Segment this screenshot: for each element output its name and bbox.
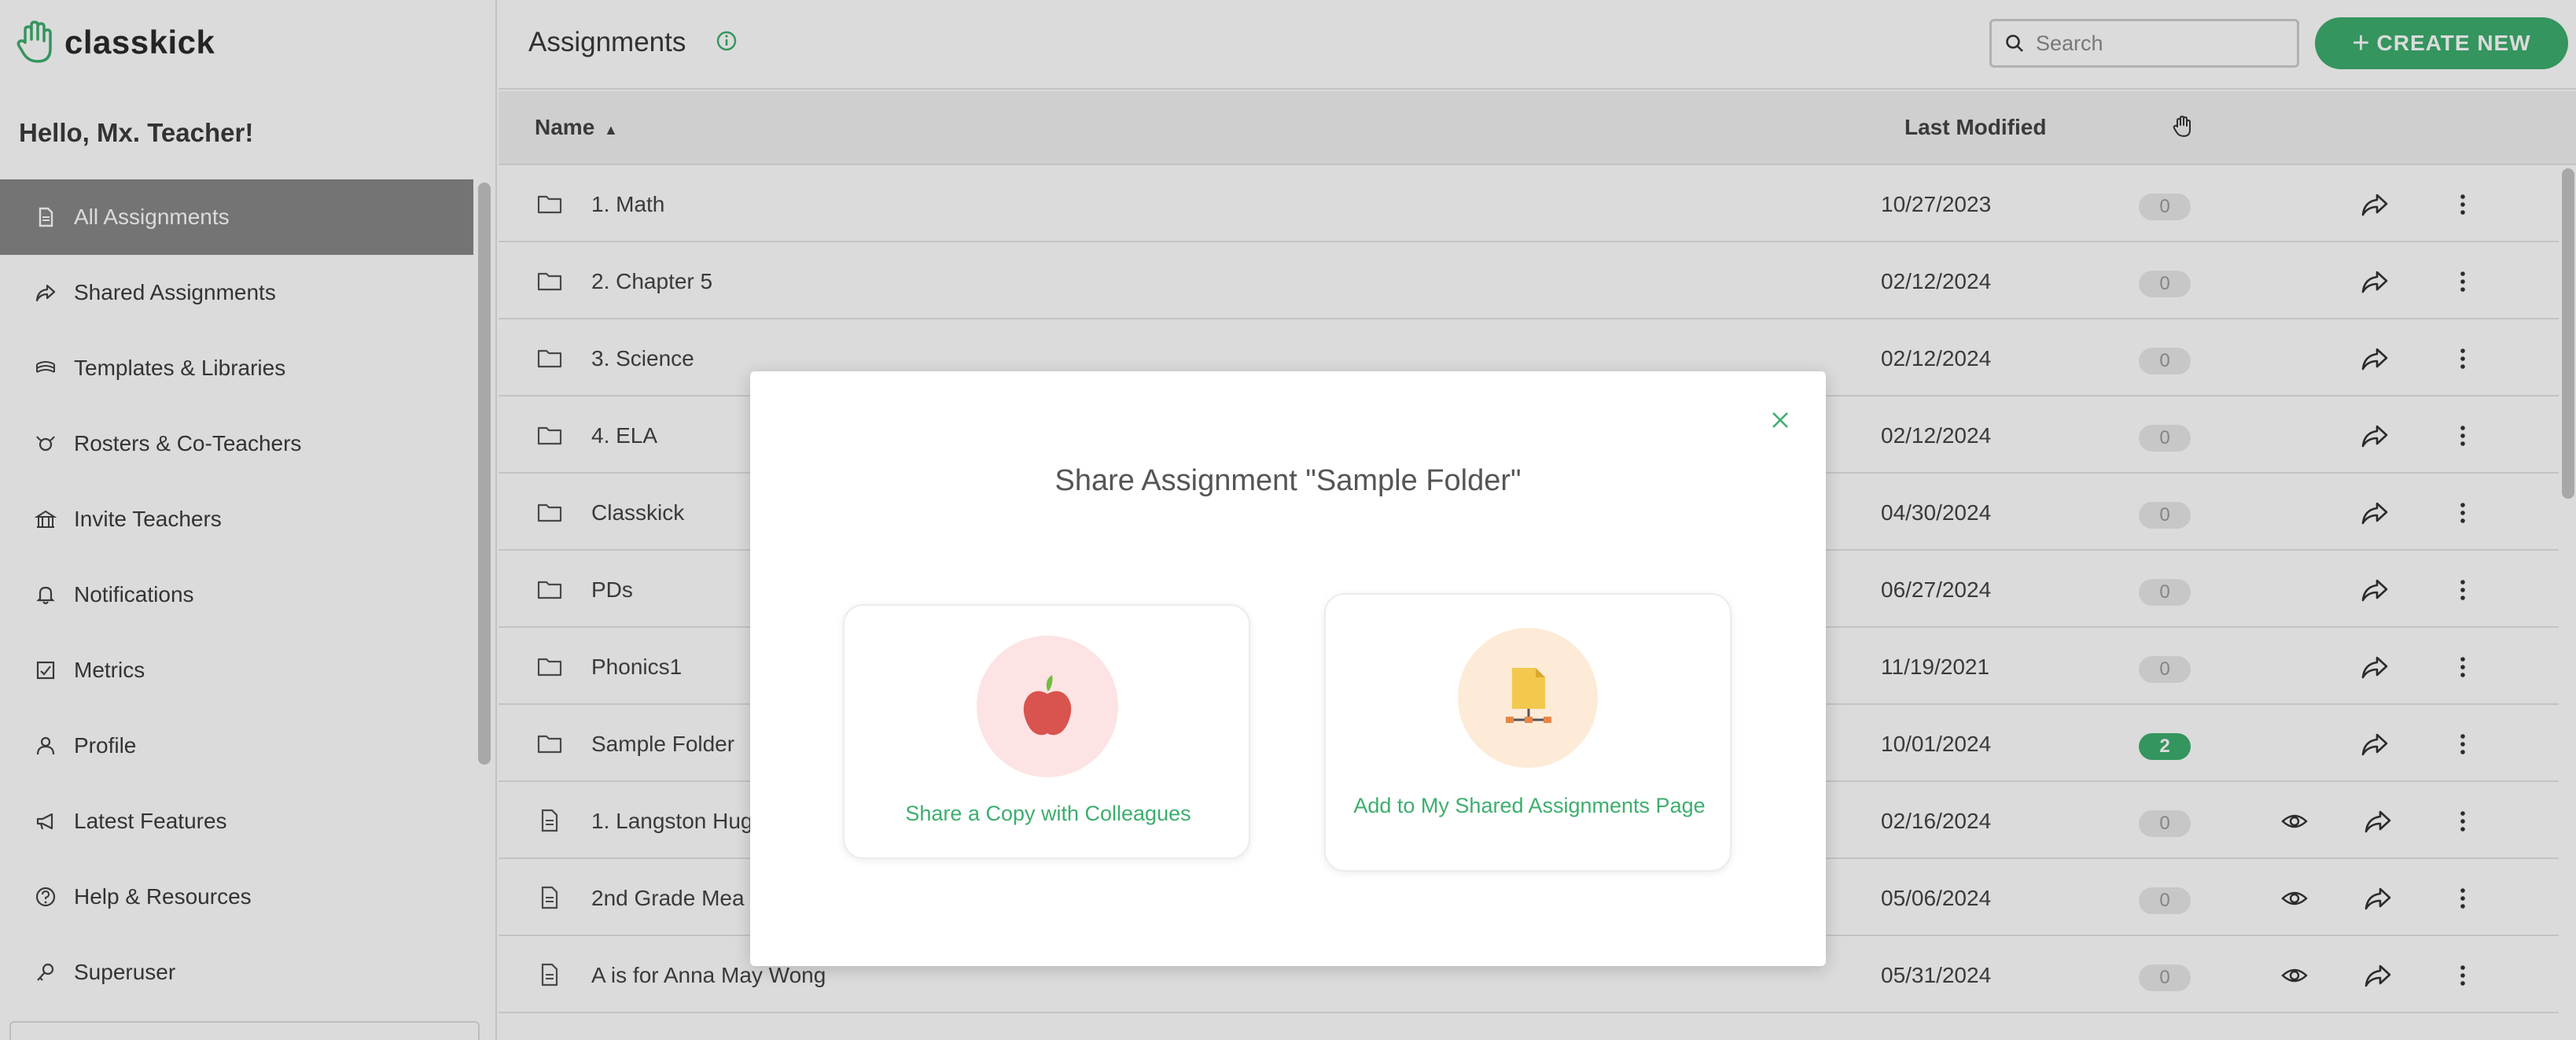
- network-doc-icon-circle: [1458, 628, 1598, 768]
- close-icon[interactable]: [1766, 406, 1794, 434]
- apple-icon-circle: [977, 636, 1118, 777]
- add-to-shared-label: Add to My Shared Assignments Page: [1353, 794, 1706, 817]
- apple-icon: [1023, 675, 1072, 736]
- add-to-shared-page-option[interactable]: Add to My Shared Assignments Page: [1324, 593, 1731, 872]
- network-document-icon: [1506, 668, 1551, 723]
- share-assignment-modal: Share Assignment "Sample Folder" Share a…: [750, 371, 1826, 966]
- share-copy-label: Share a Copy with Colleagues: [905, 802, 1191, 825]
- share-copy-option[interactable]: Share a Copy with Colleagues: [843, 604, 1250, 859]
- modal-title: Share Assignment "Sample Folder": [1054, 464, 1522, 497]
